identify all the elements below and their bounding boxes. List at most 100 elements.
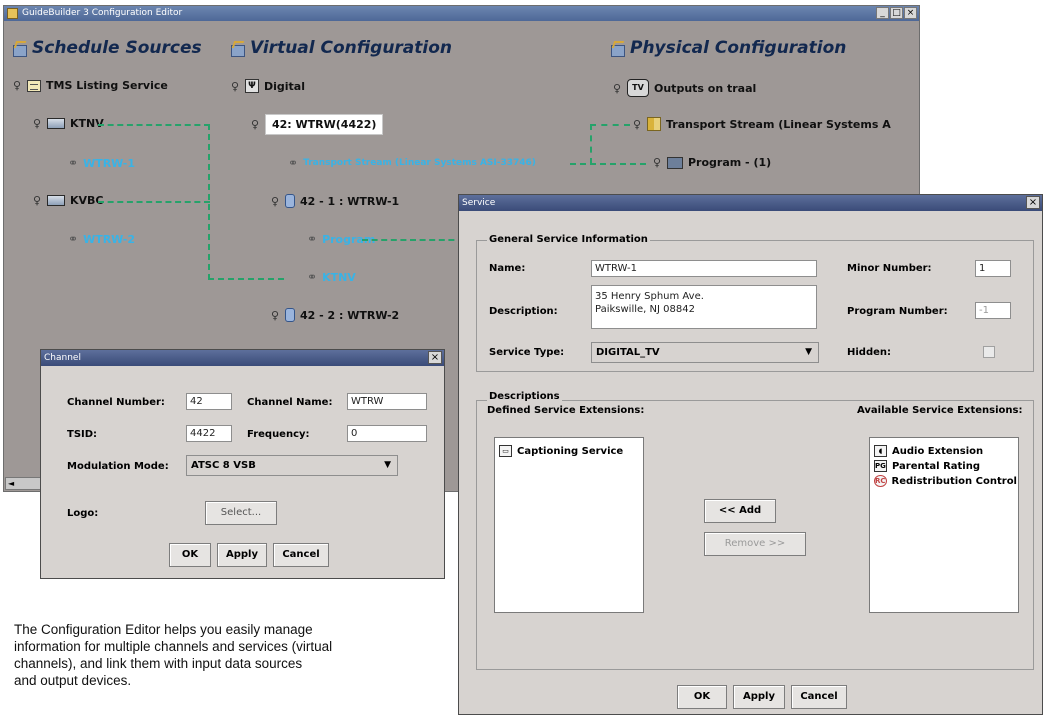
- service-icon: [285, 194, 295, 208]
- antenna-icon: Ψ: [245, 79, 259, 93]
- channel-name-field[interactable]: WTRW: [347, 393, 427, 410]
- minor-number-field[interactable]: 1: [975, 260, 1011, 277]
- tree-toggle-icon[interactable]: ♀: [230, 80, 240, 93]
- add-extension-button[interactable]: << Add: [704, 499, 776, 523]
- app-icon: [7, 8, 18, 19]
- listing-service-icon: [27, 79, 41, 92]
- tree-node-station-ktnv[interactable]: ♀ KTNV: [32, 117, 104, 130]
- list-item-captioning-service[interactable]: ▭ Captioning Service: [499, 445, 639, 457]
- available-extensions-list[interactable]: ◖ Audio Extension PG Parental Rating RC …: [869, 437, 1019, 613]
- connector-line: [590, 124, 592, 164]
- channel-cancel-button[interactable]: Cancel: [273, 543, 329, 567]
- tree-toggle-icon[interactable]: ♀: [652, 156, 662, 169]
- tree-node-link-wtrw-1[interactable]: ⚭ WTRW-1: [68, 156, 135, 170]
- service-apply-button[interactable]: Apply: [733, 685, 785, 709]
- close-icon[interactable]: ×: [1026, 196, 1040, 209]
- station-icon: [47, 118, 65, 129]
- general-info-group-label: General Service Information: [487, 234, 650, 245]
- service-dialog: Service × General Service Information Na…: [458, 194, 1043, 715]
- tsid-label: TSID:: [67, 429, 98, 440]
- tree-node-station-kvbc[interactable]: ♀ KVBC: [32, 194, 104, 207]
- modulation-mode-label: Modulation Mode:: [67, 461, 169, 472]
- list-item-redistribution-control[interactable]: RC Redistribution Control: [874, 475, 1017, 487]
- description-caption: The Configuration Editor helps you easil…: [14, 622, 333, 688]
- virtual-configuration-header: Virtual Configuration: [230, 38, 452, 58]
- tree-node-outputs[interactable]: ♀ TV Outputs on traal: [612, 79, 756, 97]
- tree-node-program[interactable]: ♀ Program - (1): [652, 156, 771, 169]
- minor-number-label: Minor Number:: [847, 263, 932, 274]
- modulation-mode-select[interactable]: ATSC 8 VSB ▼: [186, 455, 398, 476]
- horizontal-scrollbar[interactable]: ◄: [5, 477, 45, 490]
- tree-toggle-icon[interactable]: ♀: [32, 117, 42, 130]
- program-number-field[interactable]: -1: [975, 302, 1011, 319]
- tree-node-link-ktnv[interactable]: ⚭ KTNV: [307, 270, 356, 284]
- captioning-icon: ▭: [499, 445, 512, 457]
- description-field[interactable]: 35 Henry Sphum Ave. Paikswille, NJ 08842: [591, 285, 817, 329]
- tree-toggle-icon[interactable]: ♀: [270, 195, 280, 208]
- select-logo-button[interactable]: Select...: [205, 501, 277, 525]
- connector-line: [590, 124, 630, 126]
- channel-ok-button[interactable]: OK: [169, 543, 211, 567]
- tree-node-transport-link[interactable]: ⚭ Transport Stream (Linear Systems ASI-3…: [288, 156, 536, 170]
- channel-apply-button[interactable]: Apply: [217, 543, 267, 567]
- close-button[interactable]: ×: [904, 7, 917, 19]
- defined-extensions-list[interactable]: ▭ Captioning Service: [494, 437, 644, 613]
- editor-title: GuideBuilder 3 Configuration Editor: [22, 8, 183, 18]
- tree-toggle-icon[interactable]: ♀: [612, 82, 622, 95]
- audio-icon: ◖: [874, 445, 887, 457]
- link-icon: ⚭: [288, 156, 299, 170]
- tree-toggle-icon[interactable]: ♀: [250, 118, 260, 131]
- connector-line: [98, 201, 210, 203]
- tree-node-transport-stream[interactable]: ♀ Transport Stream (Linear Systems A: [632, 117, 891, 131]
- close-icon[interactable]: ×: [428, 351, 442, 364]
- tree-toggle-icon[interactable]: ♀: [32, 194, 42, 207]
- tree-toggle-icon[interactable]: ♀: [12, 79, 22, 92]
- list-item-audio-extension[interactable]: ◖ Audio Extension: [874, 445, 1014, 457]
- available-extensions-label: Available Service Extensions:: [857, 405, 1023, 416]
- tree-node-service-42-1[interactable]: ♀ 42 - 1 : WTRW-1: [270, 194, 399, 208]
- tree-node-channel-42[interactable]: ♀ 42: WTRW(4422): [250, 114, 384, 135]
- connector-line: [208, 124, 210, 280]
- frequency-field[interactable]: 0: [347, 425, 427, 442]
- tree-toggle-icon[interactable]: ♀: [270, 309, 280, 322]
- link-icon: ⚭: [68, 156, 79, 170]
- tree-node-digital[interactable]: ♀ Ψ Digital: [230, 79, 305, 93]
- descriptions-group-label: Descriptions: [487, 391, 562, 402]
- service-dialog-title: Service: [462, 198, 496, 208]
- channel-dialog-titlebar: Channel ×: [41, 350, 444, 366]
- service-type-select[interactable]: DIGITAL_TV ▼: [591, 342, 819, 363]
- channel-dialog: Channel × Channel Number: 42 Channel Nam…: [40, 349, 445, 579]
- remove-extension-button[interactable]: Remove >>: [704, 532, 806, 556]
- channel-name-label: Channel Name:: [247, 397, 333, 408]
- channel-number-field[interactable]: 42: [186, 393, 232, 410]
- tree-toggle-icon[interactable]: ♀: [632, 118, 642, 131]
- station-icon: [47, 195, 65, 206]
- scroll-left-icon[interactable]: ◄: [8, 479, 14, 488]
- tree-node-service-42-2[interactable]: ♀ 42 - 2 : WTRW-2: [270, 308, 399, 322]
- tsid-field[interactable]: 4422: [186, 425, 232, 442]
- service-cancel-button[interactable]: Cancel: [791, 685, 847, 709]
- redistribution-icon: RC: [874, 475, 887, 487]
- hidden-label: Hidden:: [847, 347, 892, 358]
- channel-number-label: Channel Number:: [67, 397, 165, 408]
- defined-extensions-label: Defined Service Extensions:: [487, 405, 645, 416]
- name-label: Name:: [489, 263, 526, 274]
- link-icon: ⚭: [68, 232, 79, 246]
- transport-stream-icon: [647, 117, 661, 131]
- link-icon: ⚭: [307, 270, 318, 284]
- tree-node-tms-listing-service[interactable]: ♀ TMS Listing Service: [12, 79, 168, 92]
- virtual-configuration-icon: [230, 41, 245, 57]
- schedule-sources-icon: [12, 41, 27, 57]
- editor-titlebar: GuideBuilder 3 Configuration Editor _ □ …: [4, 6, 919, 21]
- service-ok-button[interactable]: OK: [677, 685, 727, 709]
- link-icon: ⚭: [307, 232, 318, 246]
- tree-node-link-wtrw-2[interactable]: ⚭ WTRW-2: [68, 232, 135, 246]
- tv-output-icon: TV: [627, 79, 649, 97]
- minimize-button[interactable]: _: [876, 7, 889, 19]
- hidden-checkbox[interactable]: [983, 346, 995, 358]
- program-number-label: Program Number:: [847, 306, 948, 317]
- maximize-button[interactable]: □: [890, 7, 903, 19]
- list-item-parental-rating[interactable]: PG Parental Rating: [874, 460, 1014, 472]
- name-field[interactable]: WTRW-1: [591, 260, 817, 277]
- description-label: Description:: [489, 306, 558, 317]
